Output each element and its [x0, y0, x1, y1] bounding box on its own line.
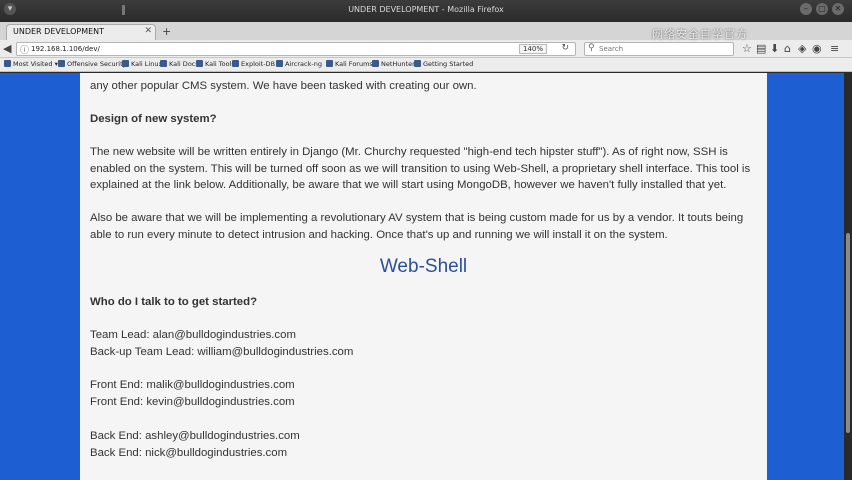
- watermark: 网络安全自学官方: [652, 28, 748, 41]
- exploit-db-icon: [232, 60, 239, 67]
- bookmark-kali-linux[interactable]: Kali Linux: [122, 60, 162, 68]
- info-icon[interactable]: ⓘ: [20, 43, 29, 56]
- download-icon[interactable]: ⬇: [770, 42, 779, 55]
- bookmark-most-visited[interactable]: Most Visited ▾: [4, 60, 58, 68]
- minimize-icon[interactable]: –: [800, 3, 812, 15]
- star-icon[interactable]: ☆: [742, 42, 752, 55]
- kali-icon: [122, 60, 129, 67]
- tab-under-development[interactable]: UNDER DEVELOPMENT ✕: [6, 24, 156, 40]
- close-window-icon[interactable]: ✕: [832, 3, 844, 15]
- tab-label: UNDER DEVELOPMENT: [13, 27, 105, 36]
- bookmark-exploit-db[interactable]: Exploit-DB: [232, 60, 275, 68]
- bookmark-kali-forums[interactable]: Kali Forums: [326, 60, 373, 68]
- home-icon[interactable]: ⌂: [784, 42, 791, 55]
- intro-tail: any other popular CMS system. We have be…: [90, 80, 477, 92]
- vertical-scrollbar[interactable]: [844, 73, 852, 480]
- reading-list-icon[interactable]: ▤: [756, 42, 766, 55]
- new-tab-icon[interactable]: +: [162, 25, 171, 38]
- bookmark-getting-started[interactable]: Getting Started: [414, 60, 473, 68]
- navigation-toolbar: ◀ ⓘ 192.168.1.106/dev/ 140% ↻ ⚲ Search ☆…: [0, 40, 852, 58]
- contact-team-lead: Team Lead: alan@bulldogindustries.com: [90, 329, 296, 341]
- kali-icon: [196, 60, 203, 67]
- bookmarks-toolbar: Most Visited ▾ Offensive Security Kali L…: [0, 58, 852, 72]
- reload-icon[interactable]: ↻: [561, 43, 569, 53]
- gear-icon: [4, 60, 11, 67]
- back-icon[interactable]: ◀: [3, 42, 11, 55]
- contact-front-end-2: Front End: kevin@bulldogindustries.com: [90, 396, 295, 408]
- contact-heading: Who do I talk to to get started?: [90, 296, 258, 308]
- firefox-icon: [414, 60, 421, 67]
- search-placeholder: Search: [599, 45, 624, 53]
- bookmark-offensive-security[interactable]: Offensive Security: [58, 60, 127, 68]
- page-viewport: any other popular CMS system. We have be…: [0, 73, 852, 480]
- hamburger-menu-icon[interactable]: ≡: [830, 42, 839, 55]
- kali-icon: [326, 60, 333, 67]
- design-text: The new website will be written entirely…: [90, 146, 751, 191]
- maximize-icon[interactable]: ▢: [816, 3, 828, 15]
- bookmark-aircrack-ng[interactable]: Aircrack-ng: [276, 60, 322, 68]
- aircrack-icon: [276, 60, 283, 67]
- window-titlebar: ▾ UNDER DEVELOPMENT - Mozilla Firefox – …: [0, 0, 852, 22]
- search-input[interactable]: ⚲ Search: [584, 42, 734, 56]
- design-heading: Design of new system?: [90, 113, 217, 125]
- webshell-link[interactable]: Web-Shell: [80, 257, 767, 275]
- kali-icon: [372, 60, 379, 67]
- scrollbar-thumb[interactable]: [846, 233, 850, 433]
- url-text: 192.168.1.106/dev/: [31, 45, 100, 53]
- bookmark-kali-docs[interactable]: Kali Docs: [160, 60, 199, 68]
- kali-icon: [160, 60, 167, 67]
- contact-back-end-2: Back End: nick@bulldogindustries.com: [90, 447, 288, 459]
- av-text: Also be aware that we will be implementi…: [90, 212, 744, 241]
- contact-backup-lead: Back-up Team Lead: william@bulldogindust…: [90, 346, 354, 358]
- close-icon[interactable]: ✕: [144, 26, 152, 36]
- contact-back-end-1: Back End: ashley@bulldogindustries.com: [90, 430, 300, 442]
- bookmark-nethunter[interactable]: NetHunter: [372, 60, 415, 68]
- pocket-icon[interactable]: ◈: [798, 42, 806, 55]
- bookmark-kali-tools[interactable]: Kali Tools: [196, 60, 235, 68]
- contact-front-end-1: Front End: malik@bulldogindustries.com: [90, 379, 295, 391]
- window-title: UNDER DEVELOPMENT - Mozilla Firefox: [348, 5, 504, 14]
- main-content: any other popular CMS system. We have be…: [80, 73, 767, 480]
- search-icon: ⚲: [588, 43, 595, 53]
- zoom-level[interactable]: 140%: [518, 44, 547, 54]
- extension-icon[interactable]: ◉: [812, 42, 822, 55]
- bookmark-icon: [58, 60, 65, 67]
- url-bar[interactable]: ⓘ 192.168.1.106/dev/ 140% ↻: [16, 42, 576, 56]
